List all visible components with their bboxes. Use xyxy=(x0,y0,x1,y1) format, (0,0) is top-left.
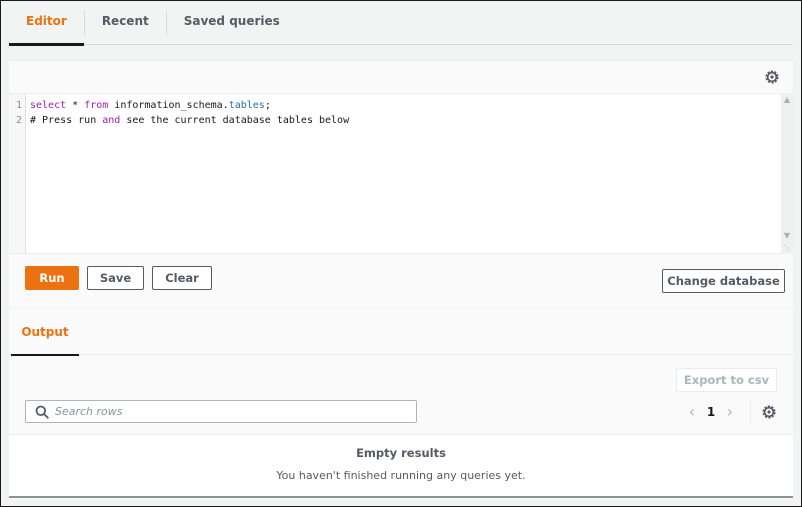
search-icon xyxy=(35,405,49,419)
search-rows-input[interactable] xyxy=(55,405,416,418)
tab-recent[interactable]: Recent xyxy=(85,1,166,45)
editor-panel: 1 2 select * from information_schema.tab… xyxy=(9,60,793,308)
pagination: ‹ 1 › xyxy=(682,400,793,423)
resize-grip-icon[interactable]: ⋱ xyxy=(784,244,791,252)
output-panel: Output Export to csv ‹ 1 › Empty results… xyxy=(9,309,793,499)
search-rows-field[interactable] xyxy=(25,400,417,423)
tab-saved-queries[interactable]: Saved queries xyxy=(167,1,297,45)
save-button[interactable]: Save xyxy=(87,266,144,290)
line-number: 1 xyxy=(15,100,22,111)
line-number-gutter: 1 2 xyxy=(9,94,26,253)
export-to-csv-button[interactable]: Export to csv xyxy=(676,368,777,392)
results-table: Empty results You haven't finished runni… xyxy=(9,434,793,498)
sql-keyword: and xyxy=(102,115,121,126)
output-tabs: Output xyxy=(9,309,793,356)
editor-scrollbar[interactable]: ▲ ▼ ⋱ xyxy=(781,93,793,254)
code-content[interactable]: select * from information_schema.tables;… xyxy=(26,94,781,253)
sql-text: information_schema. xyxy=(108,100,229,111)
gear-icon[interactable] xyxy=(764,69,780,85)
empty-results-title: Empty results xyxy=(356,446,446,460)
sql-keyword: select xyxy=(30,100,67,111)
empty-results-message: You haven't finished running any queries… xyxy=(276,469,526,482)
sql-code-editor[interactable]: 1 2 select * from information_schema.tab… xyxy=(9,93,781,254)
sql-text: # Press run xyxy=(30,115,103,126)
gear-icon[interactable] xyxy=(761,404,777,420)
scroll-up-icon[interactable]: ▲ xyxy=(783,96,791,104)
sql-text: see the current database tables below xyxy=(120,115,350,126)
sql-keyword: from xyxy=(84,100,109,111)
sql-identifier: tables xyxy=(228,100,265,111)
code-line[interactable]: select * from information_schema.tables; xyxy=(30,98,781,113)
code-line[interactable]: # Press run and see the current database… xyxy=(30,113,781,128)
previous-page-icon[interactable]: ‹ xyxy=(682,402,702,421)
pager-divider xyxy=(750,400,751,423)
scroll-down-icon[interactable]: ▼ xyxy=(783,232,791,240)
change-database-button[interactable]: Change database xyxy=(662,269,785,293)
next-page-icon[interactable]: › xyxy=(720,402,740,421)
line-number: 2 xyxy=(15,115,22,126)
sql-text: * xyxy=(66,100,85,111)
sql-text: ; xyxy=(264,100,271,111)
run-button[interactable]: Run xyxy=(25,266,79,290)
main-tabs: Editor Recent Saved queries xyxy=(9,1,793,46)
tab-editor[interactable]: Editor xyxy=(9,1,84,46)
clear-button[interactable]: Clear xyxy=(152,266,212,290)
current-page-number[interactable]: 1 xyxy=(702,405,720,419)
tab-output[interactable]: Output xyxy=(11,309,79,356)
